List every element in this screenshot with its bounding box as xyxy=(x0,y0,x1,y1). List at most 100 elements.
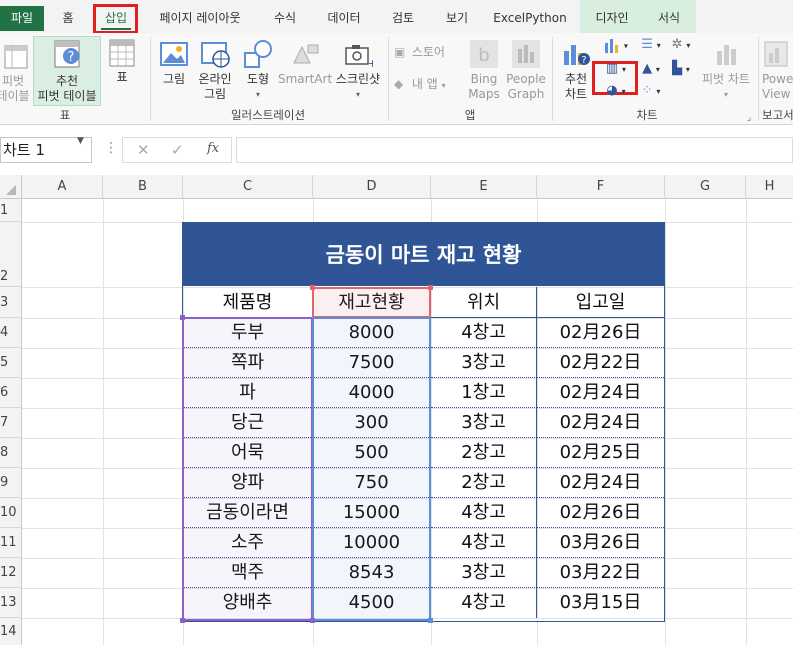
cell-location[interactable]: 4창고 xyxy=(431,498,537,528)
insert-function-button[interactable]: fx xyxy=(207,141,219,156)
cell-location[interactable]: 4창고 xyxy=(431,528,537,558)
column-header-d[interactable]: D xyxy=(313,175,431,199)
range-handle[interactable] xyxy=(180,618,185,623)
bar-chart-button[interactable]: ☰ ▾ xyxy=(636,37,666,53)
cell-date[interactable]: 03月26日 xyxy=(537,528,664,558)
cell-location[interactable]: 4창고 xyxy=(431,588,537,618)
store-icon: ▣ xyxy=(394,45,406,59)
tab-view[interactable]: 보기 xyxy=(440,8,474,28)
table-title[interactable]: 금동이 마트 재고 현황 xyxy=(182,222,665,286)
row-header-6[interactable]: 6 xyxy=(0,378,22,408)
select-all-corner[interactable] xyxy=(0,175,22,199)
row-header-8[interactable]: 8 xyxy=(0,438,22,468)
online-pictures-button[interactable]: 온라인 그림 xyxy=(194,39,236,102)
range-handle[interactable] xyxy=(180,315,185,320)
tab-design[interactable]: 디자인 xyxy=(590,8,634,28)
cancel-icon[interactable]: ✕ xyxy=(137,141,150,159)
cell-location[interactable]: 3창고 xyxy=(431,348,537,378)
hierarchy-chart-button[interactable]: ▥ ▾ xyxy=(600,61,632,77)
pictures-button[interactable]: 그림 xyxy=(156,39,192,87)
column-header-b[interactable]: B xyxy=(103,175,183,199)
cell-date[interactable]: 03月15日 xyxy=(537,588,664,618)
tab-page-layout[interactable]: 페이지 레이아웃 xyxy=(152,8,248,28)
pivot-chart-button[interactable]: 피벗 차트 ▾ xyxy=(698,39,754,102)
smartart-label: SmartArt xyxy=(278,72,333,86)
tab-home[interactable]: 홈 xyxy=(56,8,80,28)
name-box-dropdown-icon[interactable]: ▼ xyxy=(77,136,84,146)
cell-date[interactable]: 02月24日 xyxy=(537,408,664,438)
header-product[interactable]: 제품명 xyxy=(183,287,313,318)
tab-data[interactable]: 데이터 xyxy=(322,8,366,28)
formula-input[interactable] xyxy=(236,137,793,163)
row-header-12[interactable]: 12 xyxy=(0,558,22,588)
cell-location[interactable]: 1창고 xyxy=(431,378,537,408)
area-chart-button[interactable]: ▲ ▾ xyxy=(636,61,666,77)
my-apps-button[interactable]: ◆ 내 앱 ▾ xyxy=(394,77,456,93)
pivot-table-label-1: 피벗 xyxy=(1,74,25,88)
my-apps-label: 내 앱 xyxy=(411,77,438,91)
pie-chart-button[interactable]: ◕ ▾ xyxy=(600,83,632,99)
recommended-charts-button[interactable]: ? 추천 차트 xyxy=(558,39,594,102)
row-header-11[interactable]: 11 xyxy=(0,528,22,558)
header-date[interactable]: 입고일 xyxy=(537,287,664,318)
column-header-f[interactable]: F xyxy=(537,175,665,199)
tab-review[interactable]: 검토 xyxy=(386,8,420,28)
screenshot-button[interactable]: + 스크린샷 ▾ xyxy=(334,39,382,102)
cell-date[interactable]: 02月25日 xyxy=(537,438,664,468)
charts-dialog-launcher-icon[interactable]: ⌟ xyxy=(744,111,754,126)
row-header-5[interactable]: 5 xyxy=(0,348,22,378)
row-header-13[interactable]: 13 xyxy=(0,588,22,618)
cell-date[interactable]: 02月26日 xyxy=(537,318,664,348)
column-header-a[interactable]: A xyxy=(22,175,103,199)
cell-location[interactable]: 2창고 xyxy=(431,438,537,468)
cell-date[interactable]: 03月22日 xyxy=(537,558,664,588)
tab-file[interactable]: 파일 xyxy=(0,6,44,31)
store-button[interactable]: ▣ 스토어 xyxy=(394,45,456,60)
row-header-1[interactable]: 1 xyxy=(0,199,22,222)
range-handle[interactable] xyxy=(428,285,433,290)
cell-date[interactable]: 02月22日 xyxy=(537,348,664,378)
cell-location[interactable]: 4창고 xyxy=(431,318,537,348)
range-handle[interactable] xyxy=(428,618,433,623)
row-header-9[interactable]: 9 xyxy=(0,468,22,498)
cell-location[interactable]: 2창고 xyxy=(431,468,537,498)
bing-maps-button[interactable]: b Bing Maps xyxy=(464,39,504,102)
cell-date[interactable]: 02月24日 xyxy=(537,468,664,498)
people-graph-button[interactable]: People Graph xyxy=(506,39,546,102)
row-header-3[interactable]: 3 xyxy=(0,287,22,318)
column-header-g[interactable]: G xyxy=(665,175,746,199)
row-header-14[interactable]: 14 xyxy=(0,618,22,645)
bar-chart-icon: ☰ xyxy=(641,37,653,52)
formula-bar-grip-icon[interactable]: ⋮ xyxy=(104,140,118,156)
pivot-table-button[interactable]: 피벗 테이블 xyxy=(0,45,30,104)
recommended-charts-icon: ? xyxy=(561,39,591,69)
column-header-c[interactable]: C xyxy=(183,175,313,199)
power-view-button[interactable]: Powe View xyxy=(762,39,793,102)
row-header-7[interactable]: 7 xyxy=(0,408,22,438)
table-button[interactable]: 표 xyxy=(106,39,138,85)
column-header-e[interactable]: E xyxy=(431,175,537,199)
cell-location[interactable]: 3창고 xyxy=(431,408,537,438)
range-handle[interactable] xyxy=(310,285,315,290)
radar-chart-button[interactable]: ✲ ▾ xyxy=(666,37,696,53)
cell-location[interactable]: 3창고 xyxy=(431,558,537,588)
cell-date[interactable]: 02月26日 xyxy=(537,498,664,528)
scatter-chart-button[interactable]: ⁘ ▾ xyxy=(636,83,666,99)
recommended-pivot-table-button[interactable]: ? 추천 피벗 테이블 xyxy=(33,39,101,104)
tab-excelpython[interactable]: ExcelPython xyxy=(492,8,568,28)
cell-date[interactable]: 02月24日 xyxy=(537,378,664,408)
header-location[interactable]: 위치 xyxy=(431,287,537,318)
tab-format[interactable]: 서식 xyxy=(652,8,686,28)
row-header-4[interactable]: 4 xyxy=(0,318,22,348)
tab-formulas[interactable]: 수식 xyxy=(268,8,302,28)
column-header-h[interactable]: H xyxy=(746,175,793,199)
enter-icon[interactable]: ✓ xyxy=(171,141,184,159)
screenshot-dropdown-icon: ▾ xyxy=(355,90,360,99)
row-header-2[interactable]: 2 xyxy=(0,222,22,287)
smartart-button[interactable]: SmartArt xyxy=(278,39,332,87)
row-header-10[interactable]: 10 xyxy=(0,498,22,528)
range-handle[interactable] xyxy=(310,618,315,623)
combo-chart-button[interactable]: ▙ ▾ xyxy=(666,61,696,77)
shapes-button[interactable]: 도형 ▾ xyxy=(240,39,276,102)
column-chart-button[interactable]: ▾ xyxy=(600,37,632,54)
